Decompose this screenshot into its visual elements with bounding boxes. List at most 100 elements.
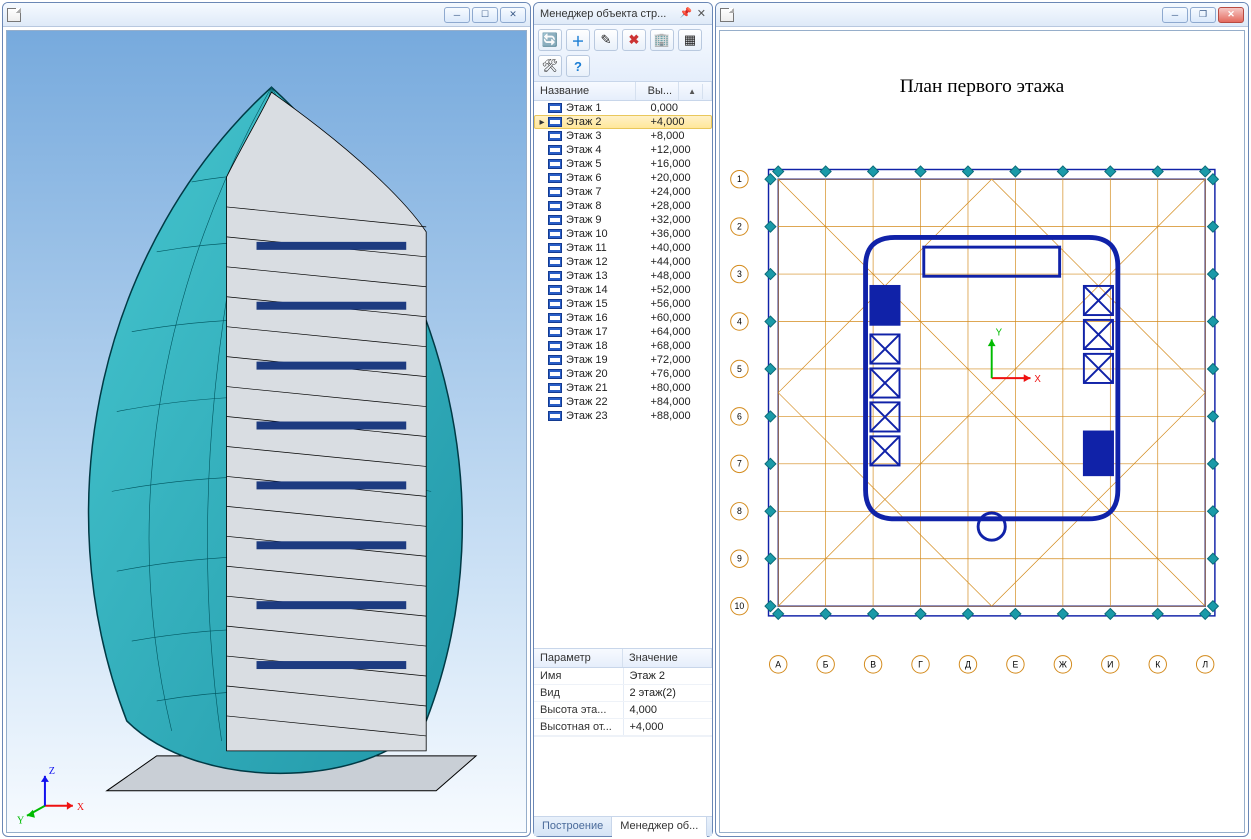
floor-row[interactable]: Этаж 16+60,000	[534, 311, 712, 325]
tab-manager[interactable]: Менеджер об...	[612, 817, 707, 837]
floor-row[interactable]: Этаж 10+36,000	[534, 227, 712, 241]
floor-name: Этаж 23	[566, 410, 651, 422]
3d-view-window: ─ ☐ ✕	[2, 2, 531, 837]
floor-elevation: +76,000	[651, 368, 709, 380]
floor-icon	[548, 341, 562, 351]
floor-elevation: +40,000	[651, 242, 709, 254]
property-row[interactable]: Высотная от...+4,000	[534, 719, 712, 736]
col-value[interactable]: Вы...▲	[636, 82, 712, 100]
prop-value: 4,000	[624, 702, 713, 718]
floor-name: Этаж 21	[566, 382, 651, 394]
floor-icon	[548, 299, 562, 309]
floor-name: Этаж 18	[566, 340, 651, 352]
floor-elevation: +60,000	[651, 312, 709, 324]
tab-build[interactable]: Построение	[534, 817, 612, 836]
floor-row[interactable]: Этаж 18+68,000	[534, 339, 712, 353]
floor-row[interactable]: Этаж 8+28,000	[534, 199, 712, 213]
floor-icon	[548, 397, 562, 407]
floor-icon	[548, 369, 562, 379]
property-row[interactable]: Высота эта...4,000	[534, 702, 712, 719]
floor-icon	[548, 355, 562, 365]
floor-name: Этаж 2	[566, 116, 651, 128]
delete-icon[interactable]: ✖	[622, 29, 646, 51]
object-manager-title[interactable]: Менеджер объекта стр... 📌 ✕	[534, 3, 712, 25]
grid-icon[interactable]: ▦	[678, 29, 702, 51]
3d-viewport[interactable]: X Y Z	[6, 30, 527, 833]
floor-row[interactable]: Этаж 23+88,000	[534, 409, 712, 423]
floor-row[interactable]: Этаж 11+40,000	[534, 241, 712, 255]
close-button[interactable]: ✕	[500, 7, 526, 23]
floor-row[interactable]: Этаж 17+64,000	[534, 325, 712, 339]
floor-icon	[548, 313, 562, 323]
floor-name: Этаж 9	[566, 214, 651, 226]
minimize-button[interactable]: ─	[1162, 7, 1188, 23]
plan-titlebar[interactable]: ─ ❐ ✕	[716, 3, 1248, 27]
floor-row[interactable]: ▸Этаж 2+4,000	[534, 115, 712, 129]
property-row[interactable]: ИмяЭтаж 2	[534, 668, 712, 685]
floor-row[interactable]: Этаж 13+48,000	[534, 269, 712, 283]
maximize-button[interactable]: ☐	[472, 7, 498, 23]
floor-icon	[548, 187, 562, 197]
floor-name: Этаж 8	[566, 200, 651, 212]
floor-elevation: +24,000	[651, 186, 709, 198]
floor-row[interactable]: Этаж 20+76,000	[534, 367, 712, 381]
col-name[interactable]: Название	[534, 82, 636, 100]
floor-name: Этаж 11	[566, 242, 651, 254]
floor-row[interactable]: Этаж 7+24,000	[534, 185, 712, 199]
floor-plan-drawing: План первого этажа	[720, 31, 1244, 832]
floor-row[interactable]: Этаж 22+84,000	[534, 395, 712, 409]
prop-name: Высота эта...	[534, 702, 624, 718]
floor-name: Этаж 10	[566, 228, 651, 240]
floor-row[interactable]: Этаж 10,000	[534, 101, 712, 115]
floor-name: Этаж 1	[566, 102, 651, 114]
refresh-icon[interactable]: 🔄	[538, 29, 562, 51]
floor-icon	[548, 411, 562, 421]
floor-row[interactable]: Этаж 14+52,000	[534, 283, 712, 297]
floor-icon	[548, 243, 562, 253]
prop-col-param[interactable]: Параметр	[534, 649, 623, 667]
pin-icon[interactable]: 📌	[681, 9, 691, 19]
floor-elevation: +88,000	[651, 410, 709, 422]
settings-icon[interactable]: 🛠	[538, 55, 562, 77]
prop-value: +4,000	[624, 719, 713, 735]
plan-viewport[interactable]: План первого этажа	[719, 30, 1245, 833]
floors-list[interactable]: Этаж 10,000▸Этаж 2+4,000Этаж 3+8,000Этаж…	[534, 101, 712, 648]
floor-row[interactable]: Этаж 6+20,000	[534, 171, 712, 185]
floor-row[interactable]: Этаж 9+32,000	[534, 213, 712, 227]
floor-elevation: +12,000	[651, 144, 709, 156]
floor-icon	[548, 103, 562, 113]
close-button[interactable]: ✕	[1218, 7, 1244, 23]
floor-row[interactable]: Этаж 21+80,000	[534, 381, 712, 395]
floor-row[interactable]: Этаж 19+72,000	[534, 353, 712, 367]
grid-label-h: Л	[1202, 659, 1208, 669]
property-row[interactable]: Вид2 этаж(2)	[534, 685, 712, 702]
3d-model: X Y Z	[7, 31, 526, 832]
floor-row[interactable]: Этаж 3+8,000	[534, 129, 712, 143]
building-icon[interactable]: 🏢	[650, 29, 674, 51]
restore-button[interactable]: ❐	[1190, 7, 1216, 23]
minimize-button[interactable]: ─	[444, 7, 470, 23]
grid-label-v: 4	[737, 316, 742, 326]
close-icon[interactable]: ✕	[697, 7, 706, 20]
grid-label-v: 10	[735, 601, 745, 611]
bottom-tabs: Построение Менеджер об...	[534, 816, 712, 836]
floor-icon	[548, 327, 562, 337]
floor-name: Этаж 12	[566, 256, 651, 268]
floor-row[interactable]: Этаж 12+44,000	[534, 255, 712, 269]
3d-titlebar[interactable]: ─ ☐ ✕	[3, 3, 530, 27]
edit-icon[interactable]: ✎	[594, 29, 618, 51]
floor-icon	[548, 285, 562, 295]
floor-row[interactable]: Этаж 5+16,000	[534, 157, 712, 171]
floor-row[interactable]: Этаж 4+12,000	[534, 143, 712, 157]
add-icon[interactable]: ＋	[566, 29, 590, 51]
floor-icon	[548, 159, 562, 169]
prop-col-value[interactable]: Значение	[623, 649, 712, 667]
help-icon[interactable]: ?	[566, 55, 590, 77]
floor-elevation: +36,000	[651, 228, 709, 240]
floors-list-header[interactable]: Название Вы...▲	[534, 82, 712, 101]
floor-row[interactable]: Этаж 15+56,000	[534, 297, 712, 311]
prop-value: Этаж 2	[624, 668, 713, 684]
prop-name: Имя	[534, 668, 624, 684]
grid-label-v: 3	[737, 269, 742, 279]
document-icon	[7, 8, 21, 22]
